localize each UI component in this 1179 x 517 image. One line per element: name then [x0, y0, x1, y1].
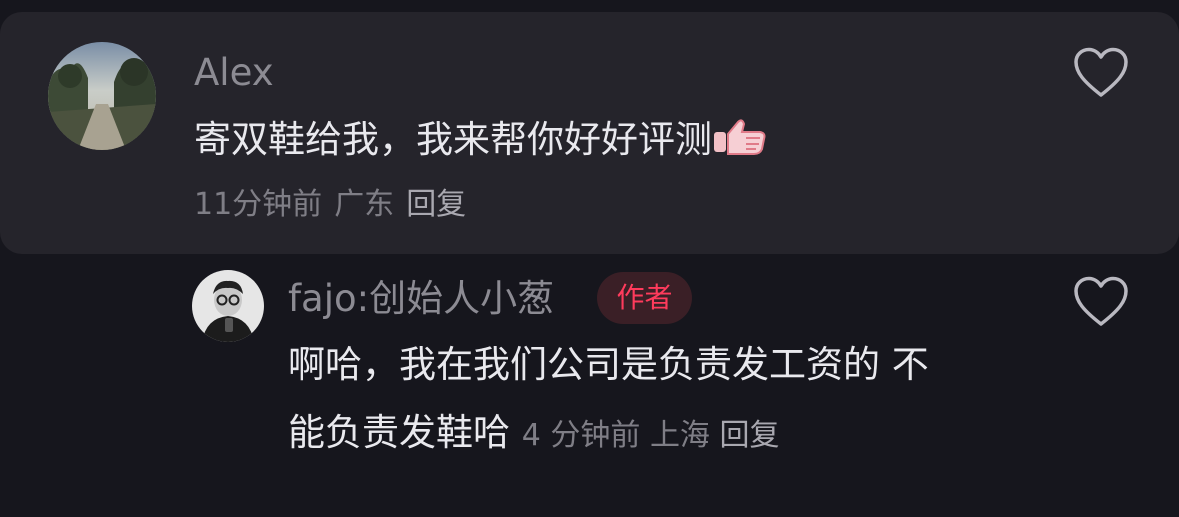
- comment-text: 寄双鞋给我，我来帮你好好评测: [194, 118, 768, 158]
- comment-thread: Alex 寄双鞋给我，我来帮你好好评测 11分钟前 广东 回复 fajo:创始人小葱…: [0, 0, 1179, 517]
- heart-icon: [1074, 47, 1128, 97]
- avatar[interactable]: [48, 42, 156, 150]
- thumbs-up-icon: [712, 118, 768, 156]
- reply-username[interactable]: fajo:创始人小葱: [288, 280, 554, 317]
- reply-button[interactable]: 回复: [406, 187, 466, 222]
- like-button[interactable]: [1073, 47, 1129, 99]
- reply-reply-button[interactable]: 回复: [719, 418, 779, 453]
- reply-text-line1: 啊哈，我在我们公司是负责发工资的 不: [288, 343, 929, 386]
- reply-time: 4 分钟前: [521, 418, 641, 453]
- avatar-image: [48, 42, 156, 150]
- comment-location: 广东: [334, 187, 395, 222]
- author-badge: 作者: [597, 272, 692, 324]
- reply-meta: 4 分钟前 上海 回复: [522, 418, 780, 453]
- reply-like-button[interactable]: [1073, 276, 1129, 328]
- reply-avatar-image: [192, 270, 264, 342]
- comment-username[interactable]: Alex: [194, 54, 274, 91]
- reply-location: 上海: [649, 418, 710, 453]
- comment-meta: 11分钟前 广东 回复: [194, 190, 478, 220]
- reply-avatar[interactable]: [192, 270, 264, 342]
- comment-time: 11分钟前: [194, 187, 323, 222]
- heart-icon: [1074, 276, 1128, 326]
- comment-text-content: 寄双鞋给我，我来帮你好好评测: [194, 118, 712, 161]
- reply-text-line2: 能负责发鞋哈: [288, 411, 510, 454]
- reply-text-line2-row: 能负责发鞋哈 4 分钟前 上海 回复: [288, 414, 779, 451]
